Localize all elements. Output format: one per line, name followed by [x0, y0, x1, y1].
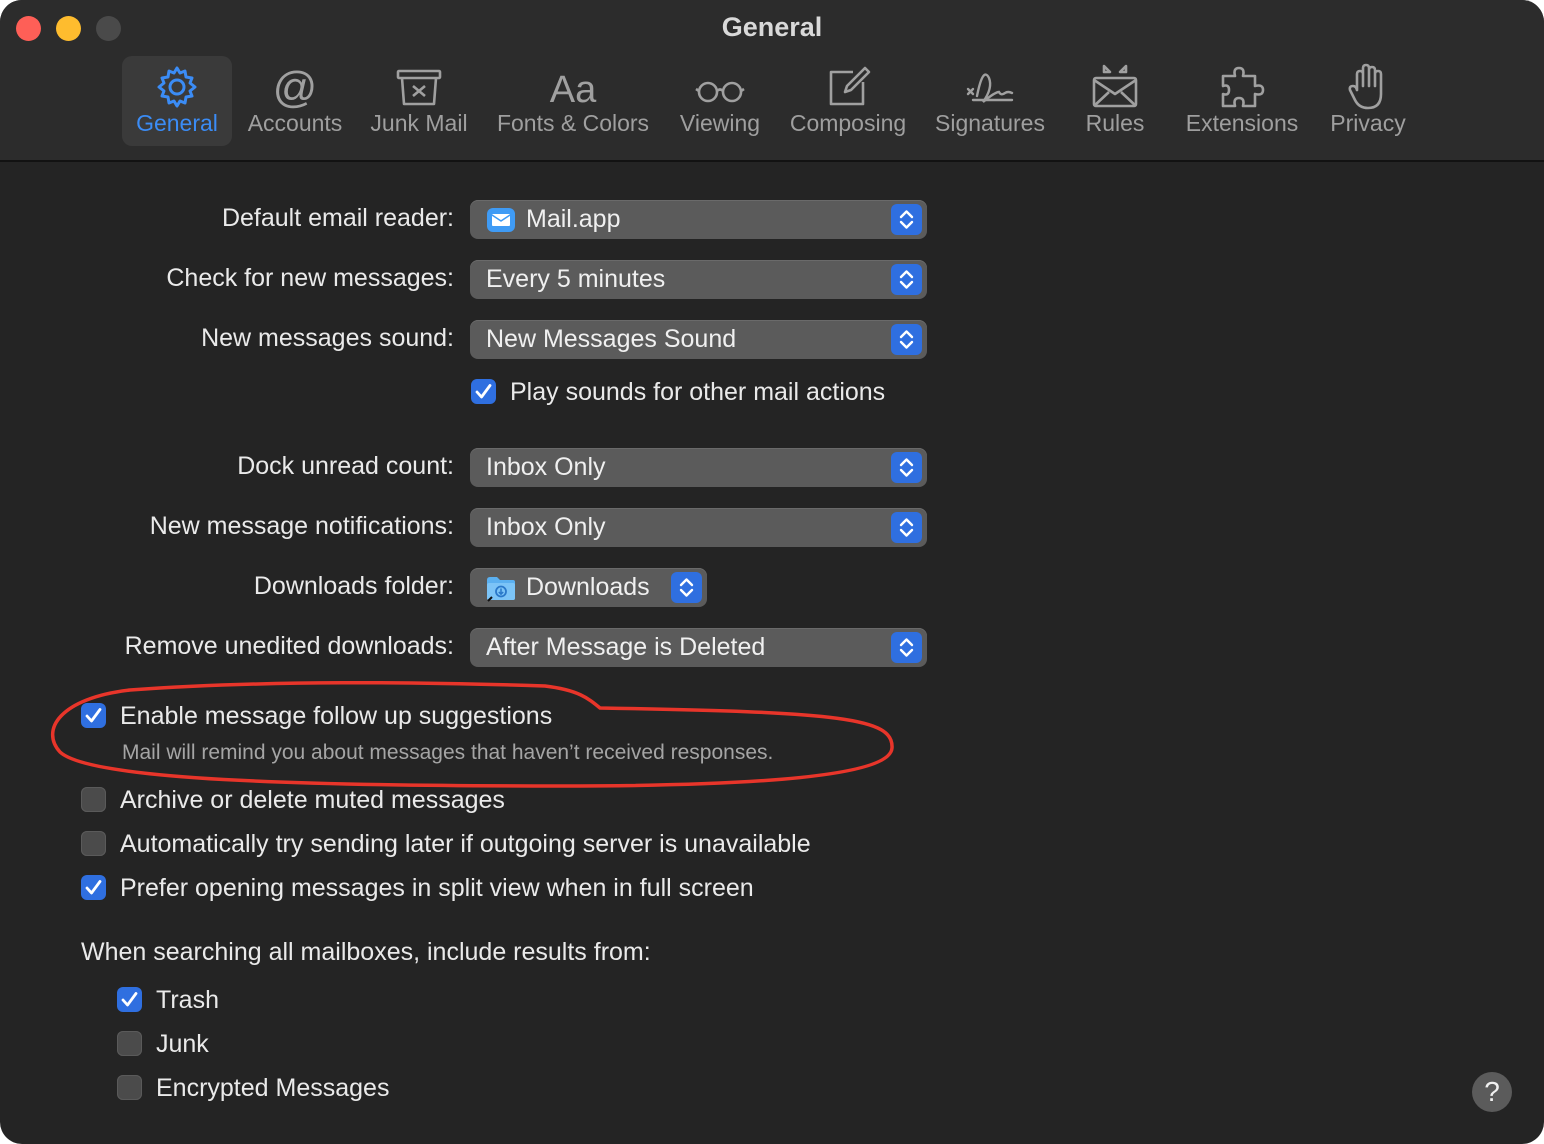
archive-muted-label: Archive or delete muted messages: [120, 786, 505, 814]
search-heading: When searching all mailboxes, include re…: [81, 938, 651, 966]
at-sign-icon: @: [273, 63, 318, 112]
compose-pencil-icon: [829, 66, 871, 106]
tab-general[interactable]: General: [122, 56, 232, 146]
dock-unread-popup[interactable]: Inbox Only: [470, 448, 927, 487]
annotation-circle: [50, 680, 894, 788]
popup-stepper-icon: [891, 324, 922, 355]
search-encrypted-checkbox[interactable]: [117, 1075, 142, 1100]
sound-value: New Messages Sound: [486, 325, 737, 353]
window-title: General: [721, 12, 823, 42]
tab-label: Signatures: [935, 110, 1045, 136]
popup-stepper-icon: [671, 572, 702, 603]
dock-unread-label: Dock unread count:: [237, 452, 454, 480]
auto-send-later-checkbox[interactable]: [81, 831, 106, 856]
downloads-folder-icon: [487, 577, 515, 602]
junk-tray-icon: [396, 69, 442, 106]
check-new-value: Every 5 minutes: [486, 265, 666, 293]
downloads-folder-popup[interactable]: Downloads: [470, 568, 707, 607]
tab-label: Privacy: [1330, 110, 1406, 136]
remove-downloads-value: After Message is Deleted: [486, 633, 766, 661]
popup-stepper-icon: [891, 512, 922, 543]
default-reader-value: Mail.app: [526, 205, 621, 233]
follow-up-label: Enable message follow up suggestions: [120, 702, 553, 730]
tab-fonts-colors[interactable]: Aa Fonts & Colors: [492, 56, 654, 146]
search-junk-label: Junk: [156, 1030, 209, 1058]
notifications-value: Inbox Only: [486, 513, 606, 541]
svg-text:@: @: [273, 63, 318, 112]
notifications-label: New message notifications:: [149, 512, 454, 540]
tab-label: Accounts: [247, 110, 343, 136]
sound-popup[interactable]: New Messages Sound: [470, 320, 927, 359]
svg-text:Aa: Aa: [550, 69, 597, 111]
search-encrypted-label: Encrypted Messages: [156, 1074, 390, 1102]
gear-icon: [157, 66, 197, 108]
mail-settings-window: General General @ Accounts Junk Mail Aa …: [0, 0, 1544, 1144]
notifications-popup[interactable]: Inbox Only: [470, 508, 927, 547]
checkmark-icon: [85, 708, 102, 723]
search-trash-checkbox[interactable]: [117, 987, 142, 1012]
sound-label: New messages sound:: [201, 324, 454, 352]
help-button[interactable]: ?: [1472, 1072, 1512, 1112]
tab-privacy[interactable]: Privacy: [1320, 56, 1416, 146]
auto-send-later-label: Automatically try sending later if outgo…: [120, 830, 811, 858]
tab-label: Extensions: [1185, 110, 1299, 136]
check-new-label: Check for new messages:: [166, 264, 454, 292]
glasses-icon: [695, 81, 745, 103]
downloads-folder-label: Downloads folder:: [253, 572, 454, 600]
tab-label: Junk Mail: [370, 110, 468, 136]
play-sounds-checkbox[interactable]: [471, 379, 496, 404]
tab-extensions[interactable]: Extensions: [1176, 56, 1308, 146]
tab-junk-mail[interactable]: Junk Mail: [362, 56, 476, 146]
puzzle-piece-icon: [1221, 66, 1265, 108]
envelope-rules-icon: [1092, 64, 1138, 108]
tab-label: General: [136, 110, 218, 136]
tab-label: Composing: [789, 110, 907, 136]
tab-rules[interactable]: Rules: [1070, 56, 1160, 146]
remove-downloads-label: Remove unedited downloads:: [124, 632, 454, 660]
default-reader-popup[interactable]: Mail.app: [470, 200, 927, 239]
popup-stepper-icon: [891, 452, 922, 483]
toolbar: General General @ Accounts Junk Mail Aa …: [0, 0, 1544, 162]
signature-icon: [966, 73, 1014, 103]
tab-label: Fonts & Colors: [496, 110, 650, 136]
tab-composing[interactable]: Composing: [782, 56, 914, 146]
hand-icon: [1348, 63, 1383, 110]
split-view-checkbox[interactable]: [81, 875, 106, 900]
mail-app-icon: [487, 208, 515, 232]
font-aa-icon: Aa: [550, 69, 597, 111]
tab-label: Rules: [1085, 110, 1145, 136]
tab-accounts[interactable]: @ Accounts: [240, 56, 350, 146]
downloads-folder-value: Downloads: [526, 573, 650, 601]
popup-stepper-icon: [891, 204, 922, 235]
default-reader-label: Default email reader:: [221, 204, 454, 232]
dock-unread-value: Inbox Only: [486, 453, 606, 481]
checkmark-icon: [121, 992, 138, 1007]
search-junk-checkbox[interactable]: [117, 1031, 142, 1056]
tab-label: Viewing: [679, 110, 761, 136]
checkmark-icon: [475, 384, 492, 399]
popup-stepper-icon: [891, 264, 922, 295]
archive-muted-checkbox[interactable]: [81, 787, 106, 812]
checkmark-icon: [85, 880, 102, 895]
follow-up-checkbox[interactable]: [81, 703, 106, 728]
check-new-popup[interactable]: Every 5 minutes: [470, 260, 927, 299]
play-sounds-label: Play sounds for other mail actions: [510, 378, 886, 406]
split-view-label: Prefer opening messages in split view wh…: [120, 874, 754, 902]
follow-up-description: Mail will remind you about messages that…: [122, 741, 774, 764]
remove-downloads-popup[interactable]: After Message is Deleted: [470, 628, 927, 667]
popup-stepper-icon: [891, 632, 922, 663]
tab-signatures[interactable]: Signatures: [926, 56, 1054, 146]
search-trash-label: Trash: [156, 986, 219, 1014]
tab-viewing[interactable]: Viewing: [670, 56, 770, 146]
